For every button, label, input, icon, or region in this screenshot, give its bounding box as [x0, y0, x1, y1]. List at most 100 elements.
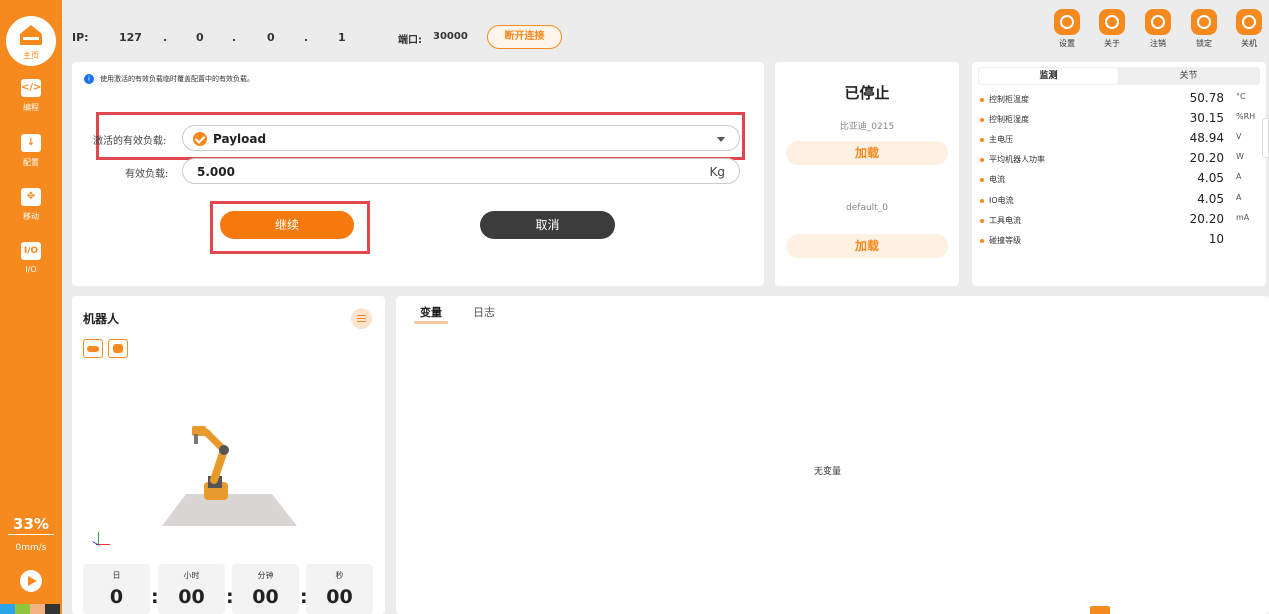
payload-mass-label: 有效负载: [125, 169, 169, 180]
axis-y-indicator [98, 532, 99, 545]
monitor-row-unit: %RH [1236, 112, 1256, 122]
robot-arm-icon [113, 344, 123, 353]
monitor-row-unit: W [1236, 152, 1244, 162]
payload-mass-value: 5.000 [197, 165, 235, 179]
power-label: 关机 [1241, 39, 1257, 48]
robot-title: 机器人 [83, 312, 120, 326]
speed-percent[interactable]: 33% [0, 515, 62, 533]
monitor-row-value: 30.15 [1189, 111, 1224, 126]
robot-3d-scene[interactable] [162, 420, 297, 526]
chevron-down-icon [717, 137, 725, 142]
program-name: default_0 [846, 203, 888, 213]
taskbar-strip [0, 604, 62, 614]
active-payload-select[interactable]: Payload [182, 125, 740, 151]
nav-config[interactable]: ↓ 配置 [0, 134, 62, 178]
load-button[interactable]: 加载 [786, 234, 948, 258]
base-view-button[interactable] [83, 339, 103, 358]
lock-icon [1191, 9, 1217, 35]
timer-minutes-value: 00 [252, 586, 279, 608]
timer-hours-value: 00 [178, 586, 205, 608]
timer-hours: 小时 00 [158, 564, 225, 614]
continue-button[interactable]: 继续 [220, 211, 354, 239]
ip-octet-4: 1 [338, 31, 346, 44]
monitor-row: IO电流 4.05 A [980, 192, 1262, 213]
monitor-row-unit: °C [1236, 92, 1246, 101]
program-status-panel: 已停止 比亚迪_0215 加载 default_0 加载 [775, 62, 959, 286]
gear-icon [1054, 9, 1080, 35]
io-icon: I/O [21, 242, 41, 260]
tab-variables[interactable]: 变量 [414, 304, 448, 324]
nav-io[interactable]: I/O I/O [0, 242, 62, 286]
nav-programming[interactable]: </> 编程 [0, 79, 62, 123]
logout-button[interactable]: 注销 [1138, 9, 1178, 49]
payload-note: i 使用激活的有效负载临时覆盖配置中的有效负载。 [84, 74, 254, 84]
nav-home[interactable]: 主页 [6, 16, 56, 66]
bullet-icon [980, 238, 984, 243]
settings-label: 设置 [1059, 39, 1075, 48]
monitor-row-value: 48.94 [1189, 131, 1224, 146]
timer-seconds: 秒 00 [306, 564, 373, 614]
tab-joints[interactable]: 关节 [1119, 68, 1258, 84]
play-button[interactable] [20, 570, 42, 592]
about-label: 关于 [1104, 39, 1120, 48]
load-button[interactable]: 加载 [786, 141, 948, 165]
monitor-row: 控制柜温度 50.78 °C [980, 91, 1262, 112]
nav-move-label: 移动 [23, 212, 39, 221]
variables-panel: 变量 日志 无变量 [396, 296, 1269, 614]
home-icon [20, 25, 42, 45]
monitor-row-unit: mA [1236, 212, 1250, 222]
ip-octet-3: 0 [267, 31, 275, 44]
info-icon: i [84, 74, 94, 84]
monitor-row-value: 50.78 [1189, 91, 1224, 105]
drawer-handle[interactable] [1262, 118, 1269, 158]
monitor-row: 电流 4.05 A [980, 171, 1262, 192]
payload-panel: i 使用激活的有效负载临时覆盖配置中的有效负载。 激活的有效负载: Payload… [72, 62, 764, 286]
monitor-row-value: 10 [1208, 231, 1224, 246]
cancel-button[interactable]: 取消 [480, 211, 615, 239]
nav-move[interactable]: ✥ 移动 [0, 188, 62, 232]
about-button[interactable]: 关于 [1092, 9, 1132, 49]
disconnect-button[interactable]: 断开连接 [487, 25, 562, 49]
list-button[interactable] [351, 308, 372, 329]
monitor-row-value: 20.20 [1189, 211, 1224, 226]
base-icon [87, 346, 99, 352]
timer-minutes: 分钟 00 [232, 564, 299, 614]
monitor-row-name: 电流 [989, 175, 1005, 185]
code-icon: </> [21, 79, 41, 97]
speed-divider [8, 534, 54, 535]
bullet-icon [980, 98, 984, 102]
monitor-row-name: 工具电流 [989, 215, 1021, 225]
topbar: IP: 127 . 0 . 0 . 1 端口: 30000 断开连接 设置 关于… [62, 0, 1269, 60]
tab-log[interactable]: 日志 [473, 304, 495, 320]
monitor-row: 碰撞等级 10 [980, 231, 1262, 253]
timer-hours-label: 小时 [183, 571, 200, 580]
timer-days-label: 日 [112, 571, 121, 580]
payload-note-text: 使用激活的有效负载临时覆盖配置中的有效负载。 [100, 75, 254, 83]
active-payload-value: Payload [213, 132, 267, 146]
move-icon: ✥ [21, 188, 41, 206]
info-icon [1099, 9, 1125, 35]
bullet-icon [980, 178, 984, 183]
ip-octet-1: 127 [119, 31, 142, 44]
bullet-icon [980, 158, 984, 163]
monitor-row-unit: A [1236, 172, 1242, 182]
lock-button[interactable]: 锁定 [1184, 9, 1224, 49]
timer-minutes-label: 分钟 [257, 571, 274, 580]
ip-label: IP: [72, 31, 89, 44]
power-button[interactable]: 关机 [1229, 9, 1269, 49]
payload-mass-field[interactable]: 5.000 Kg [182, 158, 740, 184]
timer-days-value: 0 [109, 586, 124, 608]
empty-variables-message: 无变量 [814, 467, 842, 477]
settings-button[interactable]: 设置 [1047, 9, 1087, 49]
monitor-row-name: 平均机器人功率 [989, 155, 1045, 165]
timer-seconds-label: 秒 [335, 571, 344, 580]
footer-logo [1090, 606, 1110, 614]
ip-dot: . [232, 31, 237, 44]
bullet-icon [980, 218, 984, 223]
tab-monitor[interactable]: 监测 [979, 68, 1118, 84]
monitor-row: 平均机器人功率 20.20 W [980, 151, 1262, 172]
bullet-icon [980, 138, 984, 143]
robot-view-button[interactable] [108, 339, 128, 358]
power-icon [1236, 9, 1262, 35]
monitor-row-name: IO电流 [989, 195, 1014, 205]
